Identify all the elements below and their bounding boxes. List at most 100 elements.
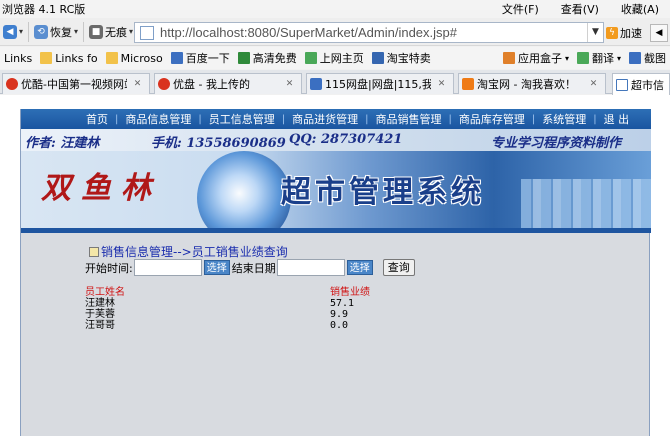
page-viewport: 首页 | 商品信息管理 | 员工信息管理 | 商品进货管理 | 商品销售管理 |… xyxy=(0,95,670,436)
breadcrumb: 销售信息管理-->员工销售业绩查询 xyxy=(89,243,288,260)
chevron-down-icon: ▾ xyxy=(129,27,134,36)
site-frame: 首页 | 商品信息管理 | 员工信息管理 | 商品进货管理 | 商品销售管理 |… xyxy=(20,109,651,436)
address-bar[interactable]: http://localhost:8080/SuperMarket/Admin/… xyxy=(134,22,604,43)
menu-favorites[interactable]: 收藏(A) xyxy=(610,1,670,17)
taobao-icon xyxy=(462,78,474,90)
scissors-icon xyxy=(629,52,641,64)
sales-performance-table: 员工姓名 销售业绩 汪建林 57.1 于芙蓉 9.9 汪哥哥 0.0 xyxy=(85,287,385,331)
cell-sales: 57.1 xyxy=(330,298,355,309)
query-button[interactable]: 查询 xyxy=(382,259,415,276)
translate-icon xyxy=(576,52,589,64)
tab-supermarket[interactable]: 超市信 xyxy=(612,73,670,95)
cell-sales: 9.9 xyxy=(330,309,349,320)
tab-taobao[interactable]: 淘宝网 - 淘我喜欢！ ✕ xyxy=(458,73,606,94)
site-logo: 双鱼林 xyxy=(41,171,161,206)
cell-name: 汪哥哥 xyxy=(85,320,115,331)
start-time-input[interactable] xyxy=(133,259,202,276)
bookmark-links-folder[interactable]: Links fo xyxy=(36,52,101,65)
banner-slogan: 专业学习程序资料制作 xyxy=(491,136,622,151)
restore-label: 恢复 xyxy=(50,25,73,39)
nav-sales[interactable]: 商品销售管理 xyxy=(369,111,449,127)
start-choose-button[interactable]: 选择 xyxy=(203,260,230,275)
app-box-button[interactable]: 应用盒子 ▾ xyxy=(499,50,573,66)
close-icon[interactable]: ✕ xyxy=(131,78,144,91)
close-icon[interactable]: ✕ xyxy=(587,78,600,91)
accelerate-button[interactable]: ϟ 加速 xyxy=(606,23,642,42)
page-icon xyxy=(310,78,322,90)
toolbar-divider xyxy=(83,21,85,42)
bookmark-label: 百度一下 xyxy=(185,52,230,65)
nav-purchase[interactable]: 商品进货管理 xyxy=(285,111,365,127)
menu-bar: 文件(F) 查看(V) 收藏(A) xyxy=(491,1,670,17)
tab-youku[interactable]: 优酷-中国第一视频网站,... ✕ xyxy=(2,73,150,94)
tab-youpan[interactable]: 优盘 - 我上传的 ✕ xyxy=(154,73,302,94)
bookmark-label: 高清免费 xyxy=(252,52,297,65)
close-icon[interactable]: ✕ xyxy=(435,78,448,91)
tab-label: 淘宝网 - 淘我喜欢！ xyxy=(477,78,576,91)
bookmarks-right-tools: 应用盒子 ▾ 翻译 ▾ 截图 xyxy=(499,50,670,66)
tab-label: 超市信 xyxy=(631,78,664,92)
bookmark-label: 上网主页 xyxy=(319,52,364,65)
menu-view[interactable]: 查看(V) xyxy=(550,1,610,17)
folder-icon xyxy=(105,52,118,64)
banner-phone: 手机: 13558690869 xyxy=(151,136,286,151)
close-icon[interactable]: ✕ xyxy=(283,78,296,91)
back-arrow-icon: ◀ xyxy=(3,24,17,39)
nav-employee-info[interactable]: 员工信息管理 xyxy=(202,111,282,127)
banner-bottom-line xyxy=(21,228,651,233)
end-choose-button[interactable]: 选择 xyxy=(346,260,373,275)
system-title: 超市管理系统 xyxy=(281,175,485,210)
address-dropdown-icon[interactable]: ▼ xyxy=(587,23,603,42)
toolbar-divider xyxy=(28,21,30,42)
cell-name: 汪建林 xyxy=(85,298,115,309)
screenshot-button[interactable]: 截图 xyxy=(625,50,670,66)
nav-product-info[interactable]: 商品信息管理 xyxy=(118,111,198,127)
page-icon xyxy=(140,25,154,40)
end-date-input[interactable] xyxy=(276,259,345,276)
app-title: 浏览器 4.1 RC版 xyxy=(2,3,86,16)
private-mode-button[interactable]: ■ 无痕 ▾ xyxy=(86,21,136,43)
film-icon xyxy=(237,52,250,64)
bookmark-baidu[interactable]: 百度一下 xyxy=(167,50,234,66)
translate-label: 翻译 xyxy=(591,52,614,65)
nav-system[interactable]: 系统管理 xyxy=(535,111,593,127)
home-icon xyxy=(304,52,317,64)
table-row: 汪哥哥 0.0 xyxy=(85,320,385,331)
menu-file[interactable]: 文件(F) xyxy=(491,1,550,17)
go-button[interactable]: ◀ xyxy=(650,24,668,42)
youku-icon xyxy=(158,78,170,90)
chevron-down-icon: ▾ xyxy=(564,53,569,63)
breadcrumb-text: 销售信息管理-->员工销售业绩查询 xyxy=(101,245,288,259)
app-box-label: 应用盒子 xyxy=(517,52,562,65)
app-box-icon xyxy=(502,52,515,64)
taobao-icon xyxy=(371,52,384,64)
bookmark-microsoft[interactable]: Microso xyxy=(102,52,167,65)
nav-logout[interactable]: 退 出 xyxy=(597,111,637,127)
bookmark-links[interactable]: Links xyxy=(0,52,36,65)
lightning-icon: ϟ xyxy=(606,26,618,39)
cell-sales: 0.0 xyxy=(330,320,349,331)
chevron-down-icon[interactable]: ▾ xyxy=(19,27,23,36)
bookmark-taobao[interactable]: 淘宝特卖 xyxy=(368,50,435,66)
bookmark-label: Links fo xyxy=(55,51,98,65)
tab-115[interactable]: 115网盘|网盘|115,我的... ✕ xyxy=(306,73,454,94)
nav-home[interactable]: 首页 xyxy=(79,111,115,127)
restore-button[interactable]: ⟲ 恢复 ▾ xyxy=(31,21,81,43)
site-banner: 作者: 汪建林 手机: 13558690869 QQ: 287307421 专业… xyxy=(21,129,651,233)
address-url[interactable]: http://localhost:8080/SuperMarket/Admin/… xyxy=(160,25,457,40)
col-employee-name: 员工姓名 xyxy=(85,287,125,298)
banner-buildings-graphic xyxy=(521,179,651,233)
translate-button[interactable]: 翻译 ▾ xyxy=(573,50,625,66)
banner-orb-graphic xyxy=(197,151,291,233)
bookmark-homepage[interactable]: 上网主页 xyxy=(301,50,368,66)
table-row: 汪建林 57.1 xyxy=(85,298,385,309)
bookmark-label: 淘宝特卖 xyxy=(386,52,431,65)
nav-inventory[interactable]: 商品库存管理 xyxy=(452,111,532,127)
back-button[interactable]: ◀ ▾ xyxy=(0,21,26,43)
page-icon xyxy=(616,78,628,91)
tab-label: 优酷-中国第一视频网站,... xyxy=(21,78,127,91)
table-row: 于芙蓉 9.9 xyxy=(85,309,385,320)
bookmark-hd-free[interactable]: 高清免费 xyxy=(234,50,301,66)
private-icon: ■ xyxy=(89,24,104,39)
site-nav: 首页 | 商品信息管理 | 员工信息管理 | 商品进货管理 | 商品销售管理 |… xyxy=(21,109,651,129)
